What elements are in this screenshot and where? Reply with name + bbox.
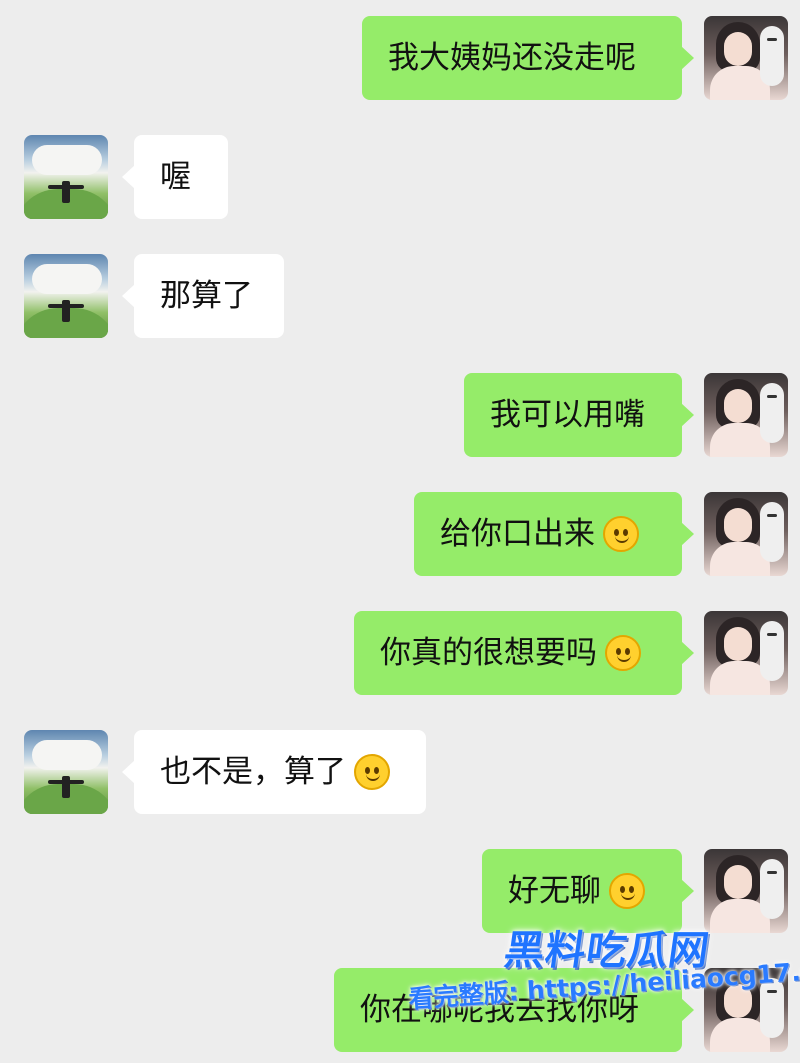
- message-row: 好无聊: [0, 849, 800, 933]
- message-bubble[interactable]: 好无聊: [482, 849, 694, 933]
- smiling-face-emoji: [354, 753, 390, 790]
- message-text: 我可以用嘴: [490, 397, 645, 433]
- self-avatar[interactable]: [704, 968, 788, 1052]
- message-row: 喔: [0, 135, 800, 219]
- contact-avatar[interactable]: [24, 254, 108, 338]
- contact-avatar[interactable]: [24, 135, 108, 219]
- message-bubble[interactable]: 我大姨妈还没走呢: [362, 16, 694, 100]
- message-bubble[interactable]: 你在哪呢我去找你呀: [334, 968, 694, 1052]
- message-row: 你在哪呢我去找你呀: [0, 968, 800, 1052]
- drooling-face-emoji: [605, 634, 641, 671]
- message-bubble[interactable]: 你真的很想要吗: [354, 611, 694, 695]
- message-row: 给你口出来: [0, 492, 800, 576]
- message-text: 我大姨妈还没走呢: [388, 40, 636, 76]
- message-bubble[interactable]: 喔: [122, 135, 228, 219]
- message-text: 你在哪呢我去找你呀: [360, 992, 639, 1028]
- self-avatar[interactable]: [704, 849, 788, 933]
- message-bubble[interactable]: 给你口出来: [414, 492, 694, 576]
- message-row: 那算了: [0, 254, 800, 338]
- message-text: 你真的很想要吗: [380, 635, 597, 671]
- self-avatar[interactable]: [704, 16, 788, 100]
- contact-avatar[interactable]: [24, 730, 108, 814]
- message-row: 你真的很想要吗: [0, 611, 800, 695]
- message-row: 我可以用嘴: [0, 373, 800, 457]
- self-avatar[interactable]: [704, 492, 788, 576]
- chat-window: 我大姨妈还没走呢 喔 那算了 我可以用嘴 给你口出来 你真的很想要吗 也不是，算…: [0, 0, 800, 1063]
- yawning-face-emoji: [609, 872, 645, 909]
- message-text: 喔: [160, 159, 191, 195]
- message-row: 也不是，算了: [0, 730, 800, 814]
- message-bubble[interactable]: 我可以用嘴: [464, 373, 694, 457]
- message-text: 给你口出来: [440, 516, 595, 552]
- self-avatar[interactable]: [704, 373, 788, 457]
- message-text: 也不是，算了: [160, 754, 346, 790]
- message-text: 好无聊: [508, 873, 601, 909]
- message-bubble[interactable]: 也不是，算了: [122, 730, 426, 814]
- self-avatar[interactable]: [704, 611, 788, 695]
- face-with-hand-over-mouth-emoji: [603, 515, 639, 552]
- message-bubble[interactable]: 那算了: [122, 254, 284, 338]
- message-text: 那算了: [160, 278, 253, 314]
- message-row: 我大姨妈还没走呢: [0, 16, 800, 100]
